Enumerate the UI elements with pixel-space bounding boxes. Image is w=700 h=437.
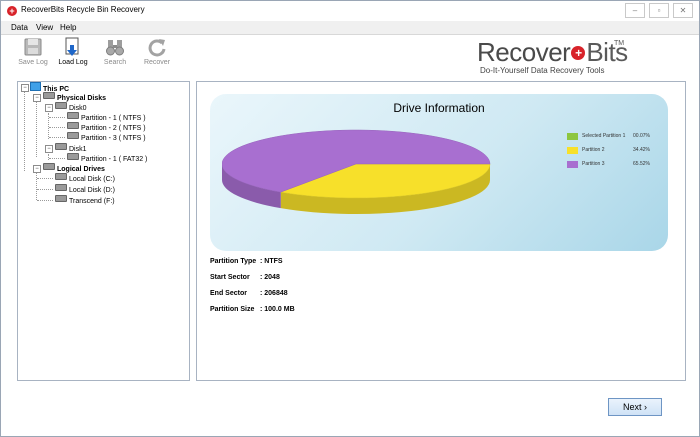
legend-swatch <box>567 147 578 154</box>
tree-expander-disk0[interactable]: − <box>45 104 53 112</box>
tree-expander-physical-disks[interactable]: − <box>33 94 41 102</box>
hard-drive-icon <box>55 143 67 150</box>
logo-wordmark: Recover + Bits <box>477 39 628 65</box>
recover-button[interactable]: Recover <box>139 37 175 66</box>
save-log-label: Save Log <box>18 59 48 66</box>
pie-chart <box>222 129 491 214</box>
tree-node-drive-c[interactable]: Local Disk (C:) <box>55 173 115 183</box>
legend-value: 65.52% <box>633 161 650 167</box>
drive-icon <box>55 173 67 180</box>
brand-logo: Recover + Bits TM Do-It-Yourself Data Reco… <box>477 39 637 79</box>
tree-node-drive-d[interactable]: Local Disk (D:) <box>55 184 115 194</box>
partition-icon <box>67 122 79 129</box>
drive-information-card: Drive Information Selected Partition 1 0… <box>210 94 668 251</box>
binoculars-icon <box>105 37 125 57</box>
tree-node-disk1[interactable]: Disk1 <box>55 143 87 153</box>
load-log-button[interactable]: Load Log <box>55 37 91 66</box>
partition-type-value: : NTFS <box>260 258 283 265</box>
legend-value: 34.42% <box>633 147 650 153</box>
tree-expander-logical-drives[interactable]: − <box>33 165 41 173</box>
tree-node-drive-f[interactable]: Transcend (F:) <box>55 195 115 205</box>
tree-node-disk0[interactable]: Disk0 <box>55 102 87 112</box>
logo-text-recover: Recover <box>477 37 571 67</box>
next-button[interactable]: Next › <box>608 398 662 416</box>
partition-size-value: : 100.0 MB <box>260 306 295 313</box>
legend-label: Partition 3 <box>582 161 605 167</box>
tree-node-disk0-partition-2[interactable]: Partition - 2 ( NTFS ) <box>67 122 146 132</box>
tree-node-disk0-partition-1[interactable]: Partition - 1 ( NTFS ) <box>67 112 146 122</box>
menu-view[interactable]: View <box>36 23 53 32</box>
usb-drive-icon <box>55 195 67 202</box>
tree-expander-this-pc[interactable]: − <box>21 84 29 92</box>
load-document-icon <box>63 37 83 57</box>
tree-node-logical-drives[interactable]: Logical Drives <box>43 163 105 173</box>
menu-help[interactable]: Help <box>60 23 76 32</box>
hard-drive-icon <box>43 92 55 99</box>
partition-icon <box>67 153 79 160</box>
logo-trademark: TM <box>614 40 625 47</box>
load-log-label: Load Log <box>58 59 88 66</box>
details-panel: Drive Information Selected Partition 1 0… <box>196 81 686 381</box>
drive-icon <box>55 184 67 191</box>
legend-item: Partition 2 34.42% <box>564 145 654 159</box>
minimize-button[interactable]: – <box>625 3 645 18</box>
computer-icon <box>30 82 41 91</box>
legend-swatch <box>567 133 578 140</box>
recover-arrow-icon <box>147 37 167 57</box>
tree-node-physical-disks[interactable]: Physical Disks <box>43 92 106 102</box>
end-sector-row: End Sector : 206848 <box>210 290 288 297</box>
floppy-disk-icon <box>23 37 43 57</box>
menu-bar: Data View Help <box>1 21 699 35</box>
chevron-right-icon: › <box>644 402 648 412</box>
legend-swatch <box>567 161 578 168</box>
search-label: Search <box>103 59 127 66</box>
legend-label: Partition 2 <box>582 147 605 153</box>
tree-node-this-pc[interactable]: This PC <box>30 82 69 93</box>
partition-size-row: Partition Size : 100.0 MB <box>210 306 295 313</box>
start-sector-row: Start Sector : 2048 <box>210 274 280 281</box>
next-label: Next <box>622 402 642 412</box>
logo-tagline: Do-It-Yourself Data Recovery Tools <box>480 66 605 75</box>
drive-information-title: Drive Information <box>393 101 485 115</box>
save-log-button[interactable]: Save Log <box>15 37 51 66</box>
title-bar: + RecoverBits Recycle Bin Recovery – ▫ ✕ <box>1 1 699 21</box>
legend-item: Selected Partition 1 00.07% <box>564 131 654 145</box>
recover-label: Recover <box>143 59 171 66</box>
chart-legend: Selected Partition 1 00.07% Partition 2 … <box>564 131 654 173</box>
start-sector-label: Start Sector <box>210 274 250 281</box>
app-logo-icon: + <box>7 6 17 16</box>
close-button[interactable]: ✕ <box>673 3 693 18</box>
window-title: RecoverBits Recycle Bin Recovery <box>21 5 145 14</box>
partition-size-label: Partition Size <box>210 306 255 313</box>
drive-tree-panel: − This PC − Physical Disks − Disk0 Parti… <box>17 81 190 381</box>
legend-item: Partition 3 65.52% <box>564 159 654 173</box>
partition-type-row: Partition Type : NTFS <box>210 258 283 265</box>
start-sector-value: : 2048 <box>260 274 280 281</box>
end-sector-value: : 206848 <box>260 290 288 297</box>
logo-plus-icon: + <box>571 46 586 60</box>
maximize-button[interactable]: ▫ <box>649 3 669 18</box>
hard-drive-icon <box>55 102 67 109</box>
end-sector-label: End Sector <box>210 290 247 297</box>
legend-label: Selected Partition 1 <box>582 133 626 139</box>
search-button[interactable]: Search <box>97 37 133 66</box>
tree-expander-disk1[interactable]: − <box>45 145 53 153</box>
app-window: + RecoverBits Recycle Bin Recovery – ▫ ✕… <box>0 0 700 437</box>
menu-data[interactable]: Data <box>11 23 28 32</box>
tree-node-disk1-partition-1[interactable]: Partition - 1 ( FAT32 ) <box>67 153 147 163</box>
partition-icon <box>67 112 79 119</box>
hard-drive-icon <box>43 163 55 170</box>
partition-icon <box>67 132 79 139</box>
legend-value: 00.07% <box>633 133 650 139</box>
window-controls: – ▫ ✕ <box>625 3 693 18</box>
partition-type-label: Partition Type <box>210 258 257 265</box>
tree-node-disk0-partition-3[interactable]: Partition - 3 ( NTFS ) <box>67 132 146 142</box>
